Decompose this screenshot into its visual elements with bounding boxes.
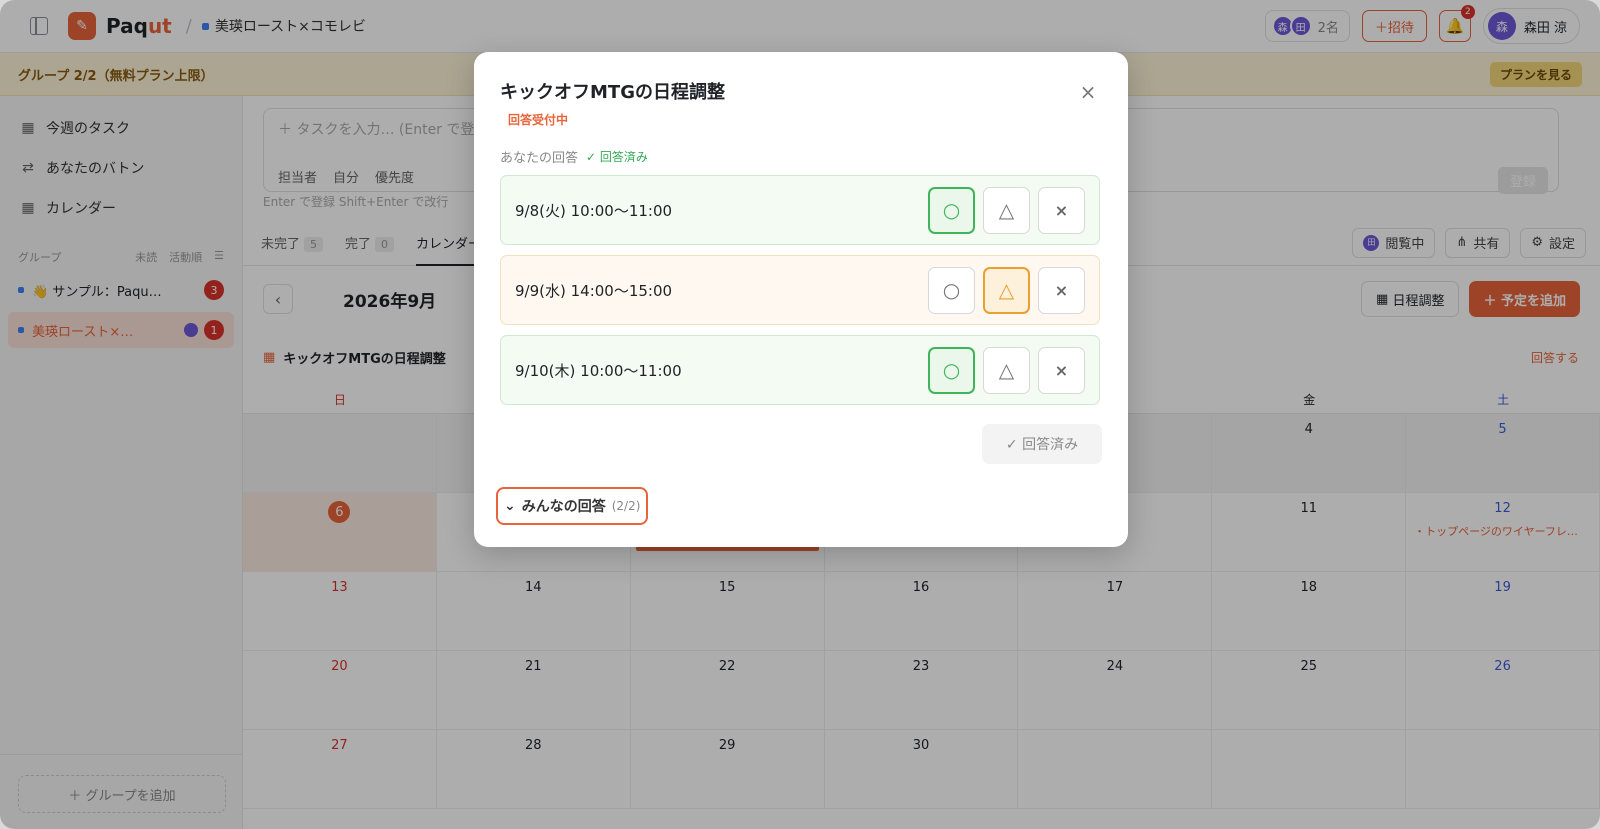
choice-maybe-button[interactable]: △ <box>983 346 1030 394</box>
modal-title: キックオフMTGの日程調整 <box>500 82 725 103</box>
status-badge: 回答受付中 <box>508 113 569 127</box>
choice-ok-button[interactable]: ○ <box>928 266 975 314</box>
choice-no-button[interactable]: × <box>1038 346 1085 394</box>
choice-no-button[interactable]: × <box>1038 266 1085 314</box>
chevron-down-icon: ⌄ <box>504 498 516 514</box>
app-window: ✎ Paqut / 美瑛ロースト×コモレビ 森 田 2名 ＋招待 🔔 2 森 森… <box>0 0 1600 829</box>
choice-ok-button[interactable]: ○ <box>928 346 975 394</box>
choice-ok-button[interactable]: ○ <box>928 186 975 234</box>
your-answer-label: あなたの回答 ✓ 回答済み <box>500 150 648 166</box>
choice-maybe-button[interactable]: △ <box>983 266 1030 314</box>
option-row: 9/9(水) 14:00〜15:00 ○ △ × <box>500 255 1100 325</box>
choice-no-button[interactable]: × <box>1038 186 1085 234</box>
option-row: 9/10(木) 10:00〜11:00 ○ △ × <box>500 335 1100 405</box>
answered-button[interactable]: ✓ 回答済み <box>982 424 1102 464</box>
close-icon[interactable]: × <box>1076 80 1100 104</box>
all-answers-toggle[interactable]: ⌄ みんなの回答 (2/2) <box>496 487 649 525</box>
answered-tag: ✓ 回答済み <box>586 150 648 164</box>
option-row: 9/8(火) 10:00〜11:00 ○ △ × <box>500 175 1100 245</box>
schedule-modal: キックオフMTGの日程調整 × 回答受付中 あなたの回答 ✓ 回答済み 9/8(… <box>474 52 1128 547</box>
choice-maybe-button[interactable]: △ <box>983 186 1030 234</box>
